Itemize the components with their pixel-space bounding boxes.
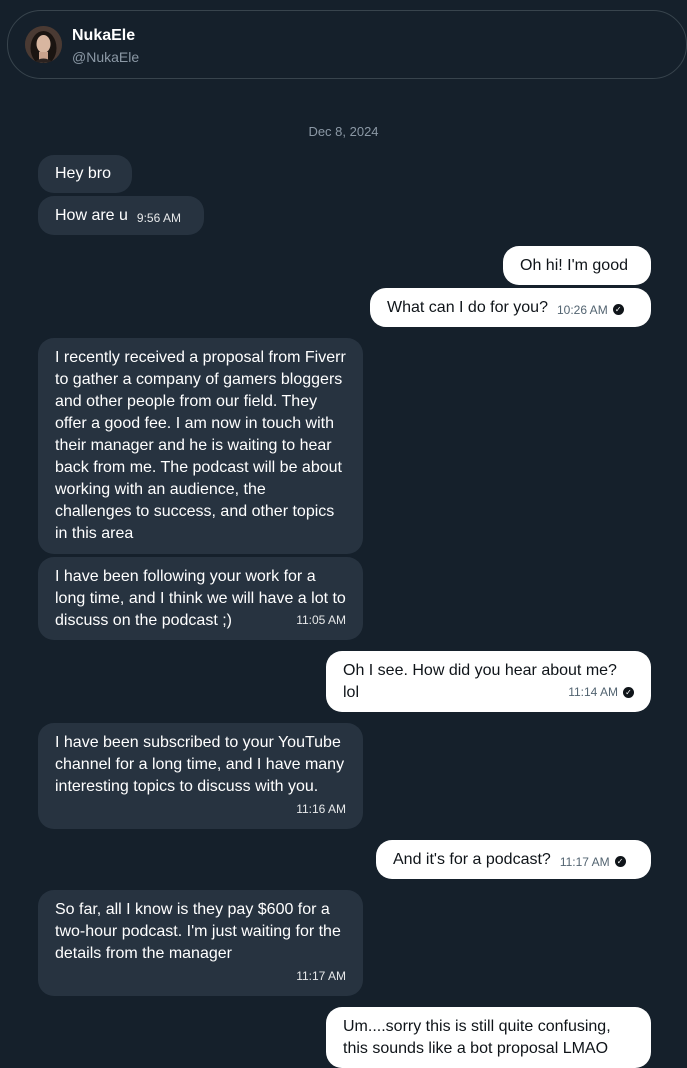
user-handle: @NukaEle bbox=[72, 49, 140, 65]
message-text: Um....sorry this is still quite confusin… bbox=[343, 1018, 611, 1057]
message-incoming[interactable]: How are u 9:56 AM bbox=[38, 196, 204, 235]
message-text: Hey bro bbox=[55, 165, 112, 182]
message-incoming[interactable]: Hey bro bbox=[38, 155, 132, 193]
read-check-icon: ✓ bbox=[623, 686, 634, 698]
message-timestamp: 11:14 AM bbox=[568, 685, 618, 699]
avatar[interactable] bbox=[25, 26, 62, 63]
conversation-header[interactable]: NukaEle @NukaEle bbox=[7, 10, 687, 79]
message-text: I have been subscribed to your YouTube c… bbox=[55, 734, 345, 795]
date-divider: Dec 8, 2024 bbox=[308, 124, 379, 139]
message-timestamp: 9:56 AM bbox=[136, 210, 181, 225]
message-outgoing[interactable]: Um....sorry this is still quite confusin… bbox=[326, 1007, 651, 1068]
message-text: And it's for a podcast? bbox=[393, 850, 551, 868]
message-meta: 11:14 AM ✓ bbox=[568, 681, 634, 703]
message-incoming[interactable]: I recently received a proposal from Five… bbox=[38, 338, 363, 554]
message-text: What can I do for you? bbox=[387, 298, 548, 316]
message-incoming[interactable]: I have been subscribed to your YouTube c… bbox=[38, 723, 363, 829]
message-timestamp: 11:16 AM bbox=[296, 802, 346, 816]
message-text: I recently received a proposal from Five… bbox=[55, 349, 346, 542]
message-incoming[interactable]: So far, all I know is they pay $600 for … bbox=[38, 890, 363, 996]
message-timestamp: 11:05 AM bbox=[296, 613, 346, 627]
dm-conversation: NukaEle @NukaEle Dec 8, 2024 Hey bro How… bbox=[0, 0, 687, 1068]
message-timestamp: 10:26 AM bbox=[556, 302, 608, 317]
message-timestamp: 11:17 AM bbox=[559, 854, 610, 869]
read-check-icon: ✓ bbox=[614, 856, 626, 867]
user-name: NukaEle bbox=[72, 27, 136, 44]
read-check-icon: ✓ bbox=[612, 304, 624, 315]
message-outgoing[interactable]: What can I do for you? 10:26 AM ✓ bbox=[370, 288, 651, 327]
message-text: Oh hi! I'm good bbox=[520, 256, 628, 274]
user-info: NukaEle @NukaEle bbox=[72, 26, 139, 66]
message-outgoing[interactable]: And it's for a podcast? 11:17 AM ✓ bbox=[376, 840, 651, 879]
message-text: How are u bbox=[55, 206, 128, 224]
message-incoming[interactable]: I have been following your work for a lo… bbox=[38, 557, 363, 640]
message-outgoing[interactable]: Oh I see. How did you hear about me? lol… bbox=[326, 651, 651, 712]
message-outgoing[interactable]: Oh hi! I'm good bbox=[503, 246, 651, 285]
message-timestamp: 11:17 AM bbox=[296, 969, 346, 983]
message-text: So far, all I know is they pay $600 for … bbox=[55, 901, 341, 962]
